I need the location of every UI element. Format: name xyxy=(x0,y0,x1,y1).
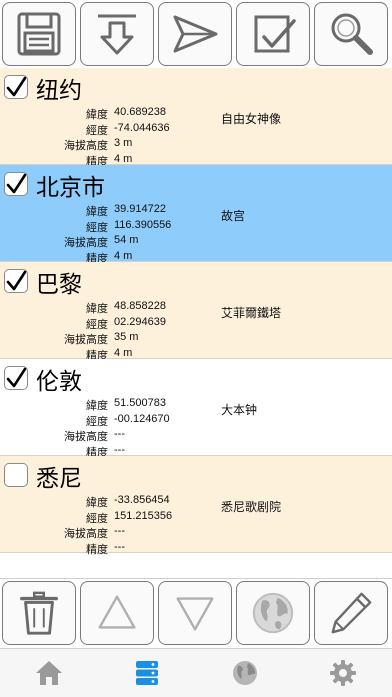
checkmark-icon xyxy=(6,76,27,97)
latitude-label: 緯度 xyxy=(86,496,108,509)
map-button[interactable] xyxy=(236,581,310,645)
move-up-button[interactable] xyxy=(80,581,154,645)
save-icon xyxy=(17,12,61,56)
import-button[interactable] xyxy=(80,2,154,66)
move-down-button[interactable] xyxy=(158,581,232,645)
search-icon xyxy=(331,13,373,55)
location-name: 巴黎 xyxy=(36,272,82,298)
checkbox[interactable] xyxy=(4,269,28,293)
home-icon xyxy=(36,661,62,685)
longitude-value: -00.124670 xyxy=(114,412,170,425)
select-all-button[interactable] xyxy=(236,2,310,66)
search-button[interactable] xyxy=(314,2,388,66)
latitude-label: 緯度 xyxy=(86,108,108,121)
latitude-label: 緯度 xyxy=(86,302,108,315)
top-toolbar xyxy=(0,0,392,68)
globe-icon xyxy=(233,661,257,685)
checkbox[interactable] xyxy=(4,75,28,99)
longitude-value: -74.044636 xyxy=(114,121,170,134)
location-list: 纽约 緯度 40.689238 經度 -74.044636 海拔高度 3 m 精度 4 … xyxy=(0,68,392,556)
delete-button[interactable] xyxy=(2,581,76,645)
latitude-value: 40.689238 xyxy=(114,106,166,118)
checkbox[interactable] xyxy=(4,366,28,390)
landmark-label: 悉尼歌剧院 xyxy=(221,500,282,514)
server-list-icon xyxy=(136,661,158,685)
longitude-value: 116.390556 xyxy=(114,218,172,231)
longitude-label: 經度 xyxy=(86,123,108,137)
latitude-value: 39.914722 xyxy=(114,203,166,215)
landmark-label: 故宫 xyxy=(221,209,246,223)
accuracy-value: --- xyxy=(114,540,125,553)
latitude-label: 緯度 xyxy=(86,205,108,218)
landmark-label: 大本钟 xyxy=(221,403,258,417)
list-item[interactable]: 伦敦 緯度 51.500783 經度 -00.124670 海拔高度 --- 精度 --… xyxy=(0,359,392,459)
accuracy-label: 精度 xyxy=(86,542,108,556)
bottom-toolbar xyxy=(0,578,392,649)
accuracy-value: 4 m xyxy=(114,249,133,262)
altitude-value: 3 m xyxy=(114,137,133,149)
tab-settings[interactable] xyxy=(294,649,392,697)
download-arrow-icon xyxy=(98,14,136,55)
tab-home[interactable] xyxy=(0,649,98,697)
altitude-label: 海拔高度 xyxy=(64,333,108,346)
checkbox[interactable] xyxy=(4,172,28,196)
longitude-label: 經度 xyxy=(86,511,108,525)
globe-icon xyxy=(252,592,294,634)
gear-icon xyxy=(330,660,356,686)
longitude-label: 經度 xyxy=(86,220,108,234)
edit-button[interactable] xyxy=(314,581,388,645)
send-button[interactable] xyxy=(158,2,232,66)
location-name: 悉尼 xyxy=(36,466,82,492)
accuracy-value: --- xyxy=(114,443,125,456)
list-item[interactable]: 纽约 緯度 40.689238 經度 -74.044636 海拔高度 3 m 精度 4 … xyxy=(0,68,392,168)
latitude-label: 緯度 xyxy=(86,399,108,412)
altitude-label: 海拔高度 xyxy=(64,430,108,443)
latitude-value: 51.500783 xyxy=(114,397,166,409)
altitude-value: 35 m xyxy=(114,331,139,343)
list-item[interactable]: 北京市 緯度 39.914722 經度 116.390556 海拔高度 54 m 精度… xyxy=(0,165,392,265)
altitude-label: 海拔高度 xyxy=(64,236,108,249)
location-name: 纽约 xyxy=(36,78,82,104)
altitude-value: --- xyxy=(114,525,125,537)
location-name: 北京市 xyxy=(36,175,105,201)
tab-list[interactable] xyxy=(98,649,196,697)
list-item[interactable]: 巴黎 緯度 48.858228 經度 02.294639 海拔高度 35 m 精度 4 … xyxy=(0,262,392,362)
accuracy-value: 4 m xyxy=(114,346,133,359)
latitude-value: -33.856454 xyxy=(114,494,170,506)
location-name: 伦敦 xyxy=(36,369,82,395)
longitude-value: 02.294639 xyxy=(114,315,166,328)
latitude-value: 48.858228 xyxy=(114,300,166,312)
send-icon xyxy=(173,15,218,53)
altitude-label: 海拔高度 xyxy=(64,527,108,540)
tab-map[interactable] xyxy=(196,649,294,697)
landmark-label: 艾菲爾鐵塔 xyxy=(221,306,282,320)
pencil-icon xyxy=(331,592,372,634)
landmark-label: 自由女神像 xyxy=(221,112,282,126)
accuracy-value: 4 m xyxy=(114,152,133,165)
checkbox[interactable] xyxy=(4,463,28,487)
trash-icon xyxy=(20,591,58,635)
checkbox-icon xyxy=(254,15,296,53)
checkmark-icon xyxy=(6,270,27,291)
longitude-label: 經度 xyxy=(86,317,108,331)
checkmark-icon xyxy=(6,367,27,388)
longitude-value: 151.215356 xyxy=(114,509,173,522)
altitude-value: 54 m xyxy=(114,234,139,246)
tab-bar xyxy=(0,648,392,697)
triangle-down-icon xyxy=(176,597,214,631)
longitude-label: 經度 xyxy=(86,414,108,428)
checkmark-icon xyxy=(6,173,27,194)
save-button[interactable] xyxy=(2,2,76,66)
list-item[interactable]: 悉尼 緯度 -33.856454 經度 151.215356 海拔高度 --- 精度 -… xyxy=(0,456,392,556)
altitude-value: --- xyxy=(114,428,125,440)
altitude-label: 海拔高度 xyxy=(64,139,108,152)
triangle-up-icon xyxy=(98,595,136,629)
